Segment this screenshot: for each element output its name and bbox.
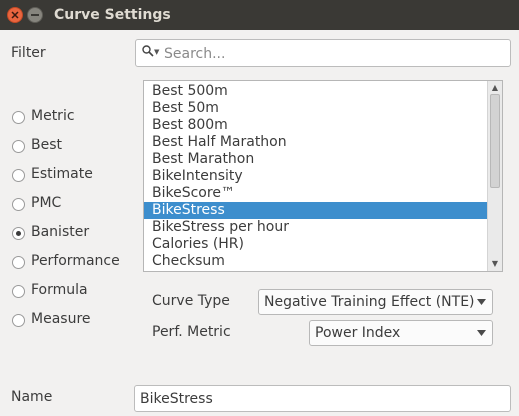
perf-metric-value: Power Index [315, 325, 401, 341]
list-item[interactable]: Best Half Marathon [144, 134, 488, 151]
curve-type-select[interactable]: Negative Training Effect (NTE) [258, 289, 493, 315]
radio-button[interactable] [12, 140, 25, 153]
list-item[interactable]: Best 500m [144, 83, 488, 100]
perf-metric-select[interactable]: Power Index [309, 320, 493, 346]
chevron-down-icon [477, 330, 486, 336]
window-title: Curve Settings [54, 7, 171, 23]
radio-label: Formula [31, 282, 88, 298]
list-item[interactable]: Calories (HR) [144, 236, 488, 253]
radio-button[interactable] [12, 111, 25, 124]
search-options-caret[interactable]: ▼ [154, 48, 159, 56]
metric-list[interactable]: Best 500m Best 50m Best 800m Best Half M… [143, 80, 503, 272]
title-bar: Curve Settings [0, 0, 519, 30]
list-item[interactable]: Best 800m [144, 117, 488, 134]
radio-button[interactable] [12, 314, 25, 327]
name-label: Name [11, 389, 53, 405]
radio-label: Measure [31, 311, 91, 327]
search-icon[interactable] [142, 45, 154, 57]
close-button[interactable] [7, 7, 23, 23]
radio-label: Performance [31, 253, 120, 269]
curve-type-value: Negative Training Effect (NTE) [264, 294, 475, 310]
radio-button[interactable] [12, 169, 25, 182]
radio-label: Estimate [31, 166, 93, 182]
radio-label: Metric [31, 108, 75, 124]
chevron-down-icon [477, 299, 486, 305]
list-scrollbar[interactable]: ▲ ▼ [487, 81, 502, 271]
list-item[interactable]: BikeScore™ [144, 185, 488, 202]
list-item[interactable]: Checksum [144, 253, 488, 270]
radio-label: Best [31, 137, 63, 153]
perf-metric-label: Perf. Metric [152, 324, 231, 340]
scroll-thumb[interactable] [490, 94, 500, 188]
list-item[interactable]: Best Marathon [144, 151, 488, 168]
name-field[interactable] [134, 385, 511, 412]
list-item[interactable]: Best 50m [144, 100, 488, 117]
list-item-selected[interactable]: BikeStress [144, 202, 488, 219]
radio-label: PMC [31, 195, 62, 211]
filter-label: Filter [11, 45, 46, 61]
search-box[interactable]: ▼ [135, 39, 511, 67]
scroll-up-arrow-icon[interactable]: ▲ [488, 82, 502, 94]
list-item[interactable]: BikeIntensity [144, 168, 488, 185]
list-item[interactable]: BikeStress per hour [144, 219, 488, 236]
radio-button[interactable] [12, 256, 25, 269]
radio-button-checked[interactable] [12, 227, 25, 240]
minimize-button[interactable] [27, 7, 43, 23]
curve-type-label: Curve Type [152, 293, 230, 309]
radio-label: Banister [31, 224, 90, 240]
close-icon [11, 11, 19, 19]
scroll-down-arrow-icon[interactable]: ▼ [488, 258, 502, 270]
radio-button[interactable] [12, 285, 25, 298]
radio-button[interactable] [12, 198, 25, 211]
search-input[interactable] [164, 44, 504, 64]
